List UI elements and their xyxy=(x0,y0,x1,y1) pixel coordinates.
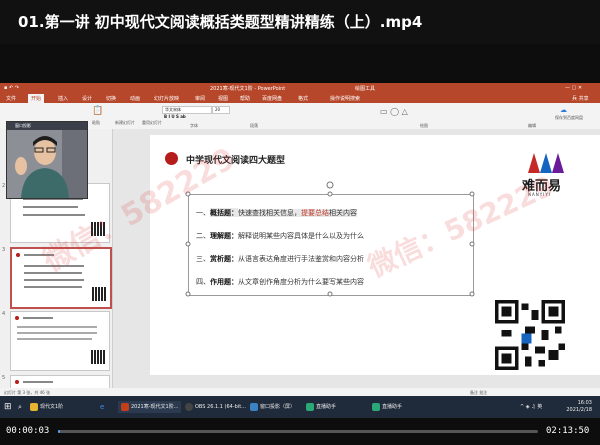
share-button[interactable]: 兵 共享 xyxy=(572,95,589,102)
ribbon-tabs: 文件 开始 插入 设计 切换 动画 幻灯片放映 审阅 视图 帮助 百度网盘 格式… xyxy=(0,93,600,103)
slide-title: 中学现代文阅读四大题型 xyxy=(186,156,286,166)
ribbon: 📋 粘贴 新建幻灯片 重用幻灯片 华文宋体 20 B I U S ab 字体 段… xyxy=(0,103,600,130)
ppt-window-title: 2021寒-现代文1阶 - PowerPoint xyxy=(210,86,286,92)
tab-help[interactable]: 帮助 xyxy=(240,95,250,102)
bold-icon[interactable]: B I U S ab xyxy=(164,114,186,119)
baidu-save-label[interactable]: 保存到百度网盘 xyxy=(555,115,583,121)
slide-canvas[interactable]: 中学现代文阅读四大题型 难而易 NANYIYI 一、概括题：快速查找相关信息，提… xyxy=(150,135,600,375)
windows-start-icon[interactable]: ⊞ xyxy=(4,401,12,413)
font-name-select[interactable]: 华文宋体 xyxy=(162,106,212,114)
taskbar-item-live[interactable]: 直播助手 xyxy=(306,401,336,413)
workspace: 2 3 4 5 窗口投影 中学现代文阅读四大题型 难而易 NANYIYI 一、概… xyxy=(0,121,600,390)
tab-slideshow[interactable]: 幻灯片放映 xyxy=(154,95,179,102)
reuse-slide-label[interactable]: 重用幻灯片 xyxy=(142,120,162,126)
logo-subtitle: NANYIYI xyxy=(528,192,551,197)
taskbar-item-ppt[interactable]: 2021寒-现代文1阶... xyxy=(118,401,182,413)
ppt-titlebar: ▪ ↶ ↷ 2021寒-现代文1阶 - PowerPoint 绘图工具 — ▢ … xyxy=(0,83,600,93)
font-size-select[interactable]: 20 xyxy=(212,106,230,114)
windows-taskbar: ⊞ ⌕ 现代文1阶 e 2021寒-现代文1阶... OBS 26.1.1 (6… xyxy=(0,396,600,418)
presenter-avatar xyxy=(7,130,87,198)
tray-icons[interactable]: ^ ◈ ♫ 英 xyxy=(520,401,542,413)
progress-fill xyxy=(58,430,60,433)
list-item: 三、赏析题：从语言表达角度进行手法鉴赏和内容分析 xyxy=(196,254,364,263)
tab-view[interactable]: 视图 xyxy=(218,95,228,102)
thumb-number: 5 xyxy=(2,375,6,381)
tool-tab-group: 绘图工具 xyxy=(355,86,376,92)
new-slide-label[interactable]: 新建幻灯片 xyxy=(115,120,135,126)
cloud-icon[interactable]: ☁ xyxy=(560,106,567,114)
title-bullet-icon xyxy=(165,152,178,165)
list-item: 二、理解题：解释说明某些内容具体是什么以及为什么 xyxy=(196,231,364,240)
current-time: 00:00:03 xyxy=(6,426,50,436)
slide-thumbnail[interactable] xyxy=(10,311,110,371)
tab-insert[interactable]: 插入 xyxy=(58,95,68,102)
video-frame[interactable]: ▪ ↶ ↷ 2021寒-现代文1阶 - PowerPoint 绘图工具 — ▢ … xyxy=(0,83,600,418)
system-clock[interactable]: 16:03 2021/2/18 xyxy=(566,400,592,414)
paste-label: 粘贴 xyxy=(92,120,100,125)
tab-baidu[interactable]: 百度网盘 xyxy=(262,95,282,102)
tell-me-search[interactable]: 操作说明搜索 xyxy=(330,95,360,102)
tab-design[interactable]: 设计 xyxy=(82,95,92,102)
tab-review[interactable]: 审阅 xyxy=(195,95,205,102)
tab-file[interactable]: 文件 xyxy=(6,95,16,102)
tab-format[interactable]: 格式 xyxy=(298,95,308,102)
tab-transitions[interactable]: 切换 xyxy=(106,95,116,102)
taskbar-item-obs[interactable]: OBS 26.1.1 (64-bit... xyxy=(185,401,246,413)
video-title: 01.第一讲 初中现代文阅读概括类题型精讲精练（上）.mp4 xyxy=(0,0,600,44)
progress-bar[interactable] xyxy=(58,430,538,433)
tab-home[interactable]: 开始 xyxy=(28,94,45,103)
list-item: 四、作用题：从文章创作角度分析为什么要写某些内容 xyxy=(196,277,364,286)
player-controls: 00:00:03 02:13:50 xyxy=(0,418,600,445)
thumb-number: 2 xyxy=(2,183,6,189)
qr-code-icon xyxy=(495,300,565,370)
thumb-number: 3 xyxy=(2,247,6,253)
shapes-icon[interactable]: ▭ ◯ △ xyxy=(380,107,408,116)
taskbar-item-folder[interactable]: 现代文1阶 xyxy=(30,401,63,413)
taskbar-item-projection[interactable]: 窗口投影（屏） xyxy=(250,401,295,413)
window-controls-icon[interactable]: — ▢ ✕ xyxy=(565,85,582,91)
edge-icon[interactable]: e xyxy=(100,401,104,413)
total-time: 02:13:50 xyxy=(546,426,590,436)
search-icon[interactable]: ⌕ xyxy=(18,401,22,413)
slide-thumbnail-selected[interactable] xyxy=(10,247,112,309)
paste-icon[interactable]: 📋 xyxy=(92,106,103,116)
taskbar-item-live-2[interactable]: 直播助手 xyxy=(372,401,402,413)
ppt-statusbar: 幻灯片 第 3 张，共 46 张 备注 批注 xyxy=(0,388,600,396)
tab-animations[interactable]: 动画 xyxy=(130,95,140,102)
save-icon[interactable]: ▪ ↶ ↷ xyxy=(4,85,19,91)
list-item: 一、概括题：快速查找相关信息，提要总结相关内容 xyxy=(196,208,357,217)
thumb-number: 4 xyxy=(2,311,6,317)
webcam-title: 窗口投影 xyxy=(7,122,87,130)
webcam-overlay[interactable]: 窗口投影 xyxy=(6,121,88,199)
